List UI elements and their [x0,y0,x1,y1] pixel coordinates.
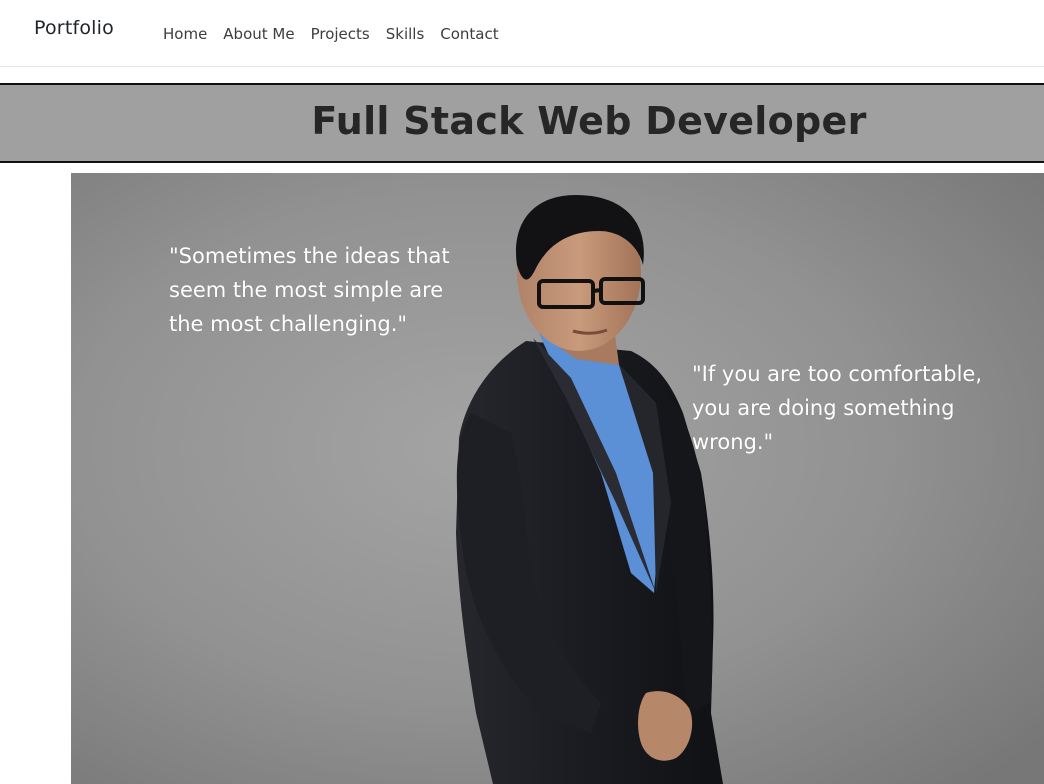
title-banner: Full Stack Web Developer [0,83,1044,163]
hero-photo: "Sometimes the ideas that seem the most … [71,173,1044,784]
nav-link-contact[interactable]: Contact [440,25,498,43]
quote-right: "If you are too comfortable, you are doi… [692,362,983,454]
nav-link-projects[interactable]: Projects [311,25,370,43]
nav-item-projects: Projects [311,24,370,43]
nav-item-about: About Me [223,24,294,43]
quote-left: "Sometimes the ideas that seem the most … [169,244,450,336]
nav-item-contact: Contact [440,24,498,43]
nav-links: Home About Me Projects Skills Contact [163,24,515,43]
page-title: Full Stack Web Developer [311,99,867,143]
nav-link-home[interactable]: Home [163,25,207,43]
nav-link-skills[interactable]: Skills [386,25,425,43]
nav-link-about-me[interactable]: About Me [223,25,294,43]
brand-link[interactable]: Portfolio [34,17,114,39]
top-navbar: Portfolio Home About Me Projects Skills … [0,0,1044,67]
nav-item-skills: Skills [386,24,425,43]
nav-item-home: Home [163,24,207,43]
